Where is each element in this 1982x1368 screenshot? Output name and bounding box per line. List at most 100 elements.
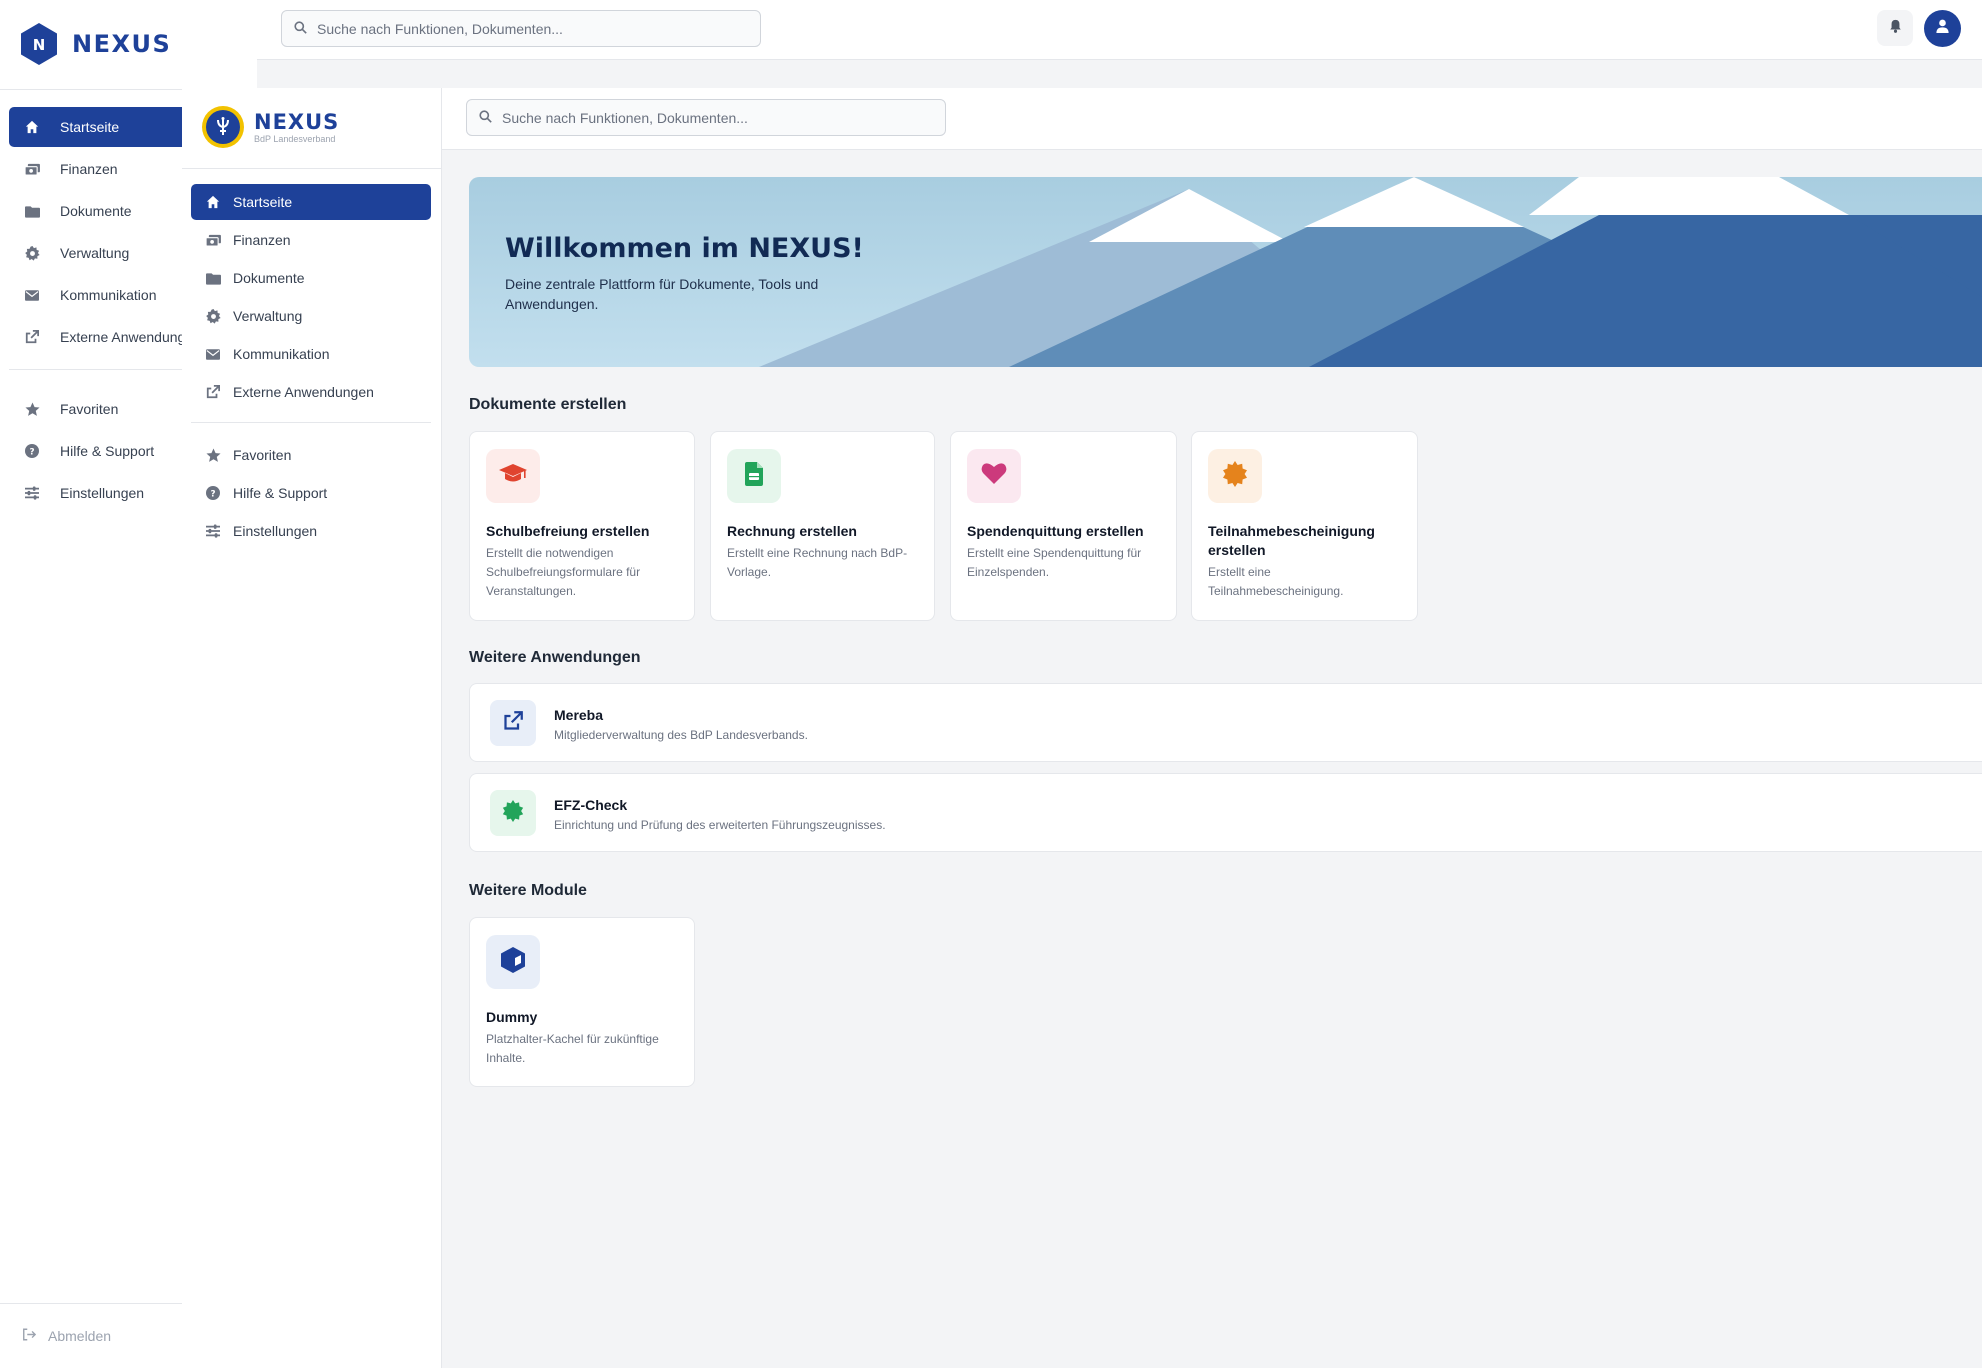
logout-button[interactable]: Abmelden <box>0 1303 182 1368</box>
card-title: Teilnahmebescheinigung erstellen <box>1208 523 1375 558</box>
outer-nav-label: Finanzen <box>60 161 118 177</box>
star-icon <box>205 447 221 463</box>
card-title: Rechnung erstellen <box>727 523 857 539</box>
outer-nav-label: Favoriten <box>60 401 119 417</box>
gear-icon <box>24 245 40 261</box>
search-icon <box>294 20 307 37</box>
gear-icon <box>205 308 221 324</box>
search-icon <box>479 109 492 126</box>
card-icon-container <box>486 935 540 989</box>
divider <box>182 168 441 169</box>
external-link-icon <box>503 710 523 736</box>
app-title: Mereba <box>554 707 604 723</box>
outer-nav-item-hilfe[interactable]: ? Hilfe & Support <box>9 431 182 471</box>
external-link-icon <box>24 329 40 345</box>
outer-logo-letter: N <box>33 36 46 54</box>
card-icon-container <box>967 449 1021 503</box>
card-description: Erstellt eine Teilnahmebescheinigung. <box>1208 565 1344 598</box>
section-title-modules: Weitere Module <box>469 882 587 899</box>
inner-nav-label: Favoriten <box>233 447 292 463</box>
inner-nav-item-kommunikation[interactable]: Kommunikation <box>191 336 431 372</box>
svg-text:?: ? <box>29 448 34 458</box>
outer-nav-item-dokumente[interactable]: Dokumente <box>9 191 182 231</box>
outer-nav-item-favoriten[interactable]: Favoriten <box>9 389 182 429</box>
svg-text:?: ? <box>210 490 215 500</box>
inner-search-input[interactable]: Suche nach Funktionen, Dokumenten... <box>466 99 946 136</box>
inner-nav-item-verwaltung[interactable]: Verwaltung <box>191 298 431 334</box>
outer-nav-item-verwaltung[interactable]: Verwaltung <box>9 233 182 273</box>
card-icon-container <box>1208 449 1262 503</box>
outer-nav-item-externe-anwendungen[interactable]: Externe Anwendungen <box>9 317 182 357</box>
card-dummy[interactable]: Dummy Platzhalter-Kachel für zukünftige … <box>469 917 695 1087</box>
outer-nav-label: Verwaltung <box>60 245 130 261</box>
inner-nav: Startseite Finanzen Dokumente Verwaltung… <box>191 184 431 551</box>
inner-nav-item-einstellungen[interactable]: Einstellungen <box>191 513 431 549</box>
envelope-icon <box>205 346 221 362</box>
outer-nav-label: Dokumente <box>60 203 132 219</box>
main-content: Willkommen im NEXUS! Deine zentrale Plat… <box>442 150 1982 1368</box>
app-row-mereba[interactable]: Mereba Mitgliederverwaltung des BdP Land… <box>469 683 1982 762</box>
outer-nav-label: Startseite <box>60 119 120 135</box>
inner-nav-label: Kommunikation <box>233 346 330 362</box>
outer-nav: Startseite Finanzen Dokumente Verwaltung… <box>9 107 182 515</box>
app-title: EFZ-Check <box>554 797 628 813</box>
certificate-icon <box>1222 460 1248 492</box>
outer-logo-text: NEXUS <box>72 30 172 58</box>
card-teilnahmebescheinigung[interactable]: Teilnahmebescheinigung erstellen Erstell… <box>1191 431 1418 621</box>
inner-nav-item-favoriten[interactable]: Favoriten <box>191 437 431 473</box>
inner-nav-item-externe-anwendungen[interactable]: Externe Anwendungen <box>191 374 431 410</box>
outer-nav-label: Hilfe & Support <box>60 443 155 459</box>
cube-icon <box>501 946 525 978</box>
outer-header: Suche nach Funktionen, Dokumenten... <box>257 0 1982 60</box>
inner-nav-item-finanzen[interactable]: Finanzen <box>191 222 431 258</box>
home-icon <box>205 194 221 210</box>
sliders-icon <box>205 523 221 539</box>
inner-nav-item-startseite[interactable]: Startseite <box>191 184 431 220</box>
home-icon <box>24 119 40 135</box>
inner-logo-title: NEXUS <box>254 109 340 134</box>
folder-icon <box>24 203 40 219</box>
section-title-documents: Dokumente erstellen <box>469 396 627 413</box>
star-icon <box>24 401 40 417</box>
inner-nav-label: Verwaltung <box>233 308 303 324</box>
nav-separator <box>9 369 182 370</box>
app-row-efz-check[interactable]: EFZ-Check Einrichtung und Prüfung des er… <box>469 773 1982 852</box>
logout-label: Abmelden <box>48 1328 112 1344</box>
graduation-cap-icon <box>498 463 528 490</box>
app-description: Einrichtung und Prüfung des erweiterten … <box>554 818 886 832</box>
money-icon <box>24 161 40 177</box>
inner-nav-item-dokumente[interactable]: Dokumente <box>191 260 431 296</box>
outer-nav-item-finanzen[interactable]: Finanzen <box>9 149 182 189</box>
card-title: Dummy <box>486 1009 538 1025</box>
card-icon-container <box>486 449 540 503</box>
inner-nav-item-hilfe[interactable]: ? Hilfe & Support <box>191 475 431 511</box>
notifications-button[interactable] <box>1877 10 1913 46</box>
card-schulbefreiung[interactable]: Schulbefreiung erstellen Erstellt die no… <box>469 431 695 621</box>
card-description: Erstellt eine Spendenquittung für Einzel… <box>967 546 1142 579</box>
welcome-title: Willkommen im NEXUS! <box>505 233 864 264</box>
inner-nav-label: Startseite <box>233 194 293 210</box>
card-description: Erstellt eine Rechnung nach BdP-Vorlage. <box>727 546 908 579</box>
card-rechnung[interactable]: Rechnung erstellen Erstellt eine Rechnun… <box>710 431 935 621</box>
external-link-icon <box>205 384 221 400</box>
outer-search-input[interactable]: Suche nach Funktionen, Dokumenten... <box>281 10 761 47</box>
outer-nav-label: Externe Anwendungen <box>60 329 182 345</box>
inner-logo[interactable]: NEXUS BdP Landesverband <box>202 106 339 148</box>
outer-nav-item-kommunikation[interactable]: Kommunikation <box>9 275 182 315</box>
outer-nav-item-startseite[interactable]: Startseite <box>9 107 182 147</box>
outer-nav-item-einstellungen[interactable]: Einstellungen <box>9 473 182 513</box>
welcome-banner: Willkommen im NEXUS! Deine zentrale Plat… <box>469 177 1982 367</box>
card-title: Spendenquittung erstellen <box>967 523 1144 539</box>
inner-header: Suche nach Funktionen, Dokumenten... <box>442 88 1982 150</box>
app-description: Mitgliederverwaltung des BdP Landesverba… <box>554 728 808 742</box>
card-title: Schulbefreiung erstellen <box>486 523 650 539</box>
outer-logo[interactable]: N NEXUS <box>20 22 171 66</box>
outer-nav-label: Kommunikation <box>60 287 157 303</box>
user-avatar-button[interactable] <box>1924 10 1961 47</box>
inner-nav-label: Finanzen <box>233 232 291 248</box>
outer-search-placeholder: Suche nach Funktionen, Dokumenten... <box>317 20 563 37</box>
user-icon <box>1936 19 1949 38</box>
badge-check-icon <box>502 799 524 827</box>
card-icon-container <box>727 449 781 503</box>
card-spendenquittung[interactable]: Spendenquittung erstellen Erstellt eine … <box>950 431 1177 621</box>
